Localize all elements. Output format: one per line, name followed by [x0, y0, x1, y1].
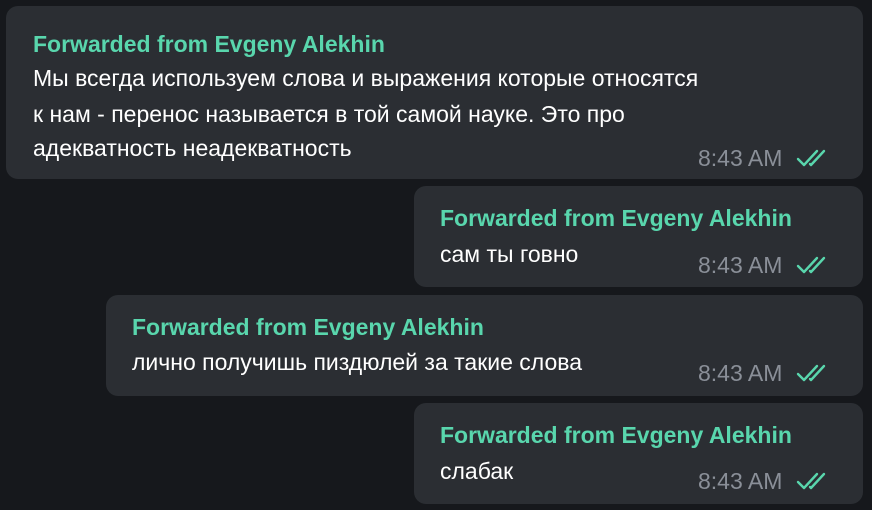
double-check-icon — [796, 148, 832, 168]
double-check-icon — [796, 471, 832, 491]
message-time: 8:43 AM — [698, 468, 783, 494]
forwarded-from-label[interactable]: Forwarded from Evgeny Alekhin — [440, 421, 792, 449]
message-text-line: адекватность неадекватность — [33, 135, 352, 161]
message-text-line: лично получишь пиздюлей за такие слова — [132, 349, 583, 375]
message-meta: 8:43 AM — [698, 467, 832, 495]
message-meta: 8:43 AM — [698, 251, 832, 279]
message-bubble[interactable]: Forwarded from Evgeny Alekhin сам ты гов… — [414, 186, 863, 287]
message-bubble[interactable]: Forwarded from Evgeny Alekhin слабак 8:4… — [414, 403, 863, 504]
message-time: 8:43 AM — [698, 145, 783, 171]
message-bubble[interactable]: Forwarded from Evgeny Alekhin лично полу… — [106, 295, 863, 396]
message-bubble[interactable]: Forwarded from Evgeny Alekhin Мы всегда … — [6, 6, 863, 179]
forwarded-from-label[interactable]: Forwarded from Evgeny Alekhin — [132, 313, 484, 341]
message-meta: 8:43 AM — [698, 144, 832, 172]
message-time: 8:43 AM — [698, 252, 783, 278]
message-text-line: сам ты говно — [440, 241, 579, 267]
message-text-line: слабак — [440, 458, 514, 484]
double-check-icon — [796, 255, 832, 275]
message-time: 8:43 AM — [698, 360, 783, 386]
forwarded-from-label[interactable]: Forwarded from Evgeny Alekhin — [33, 30, 385, 58]
forwarded-from-label[interactable]: Forwarded from Evgeny Alekhin — [440, 204, 792, 232]
message-text-line: к нам - перенос называется в той самой н… — [33, 101, 625, 127]
message-meta: 8:43 AM — [698, 359, 832, 387]
message-text-line: Мы всегда используем слова и выражения к… — [33, 65, 699, 91]
double-check-icon — [796, 363, 832, 383]
